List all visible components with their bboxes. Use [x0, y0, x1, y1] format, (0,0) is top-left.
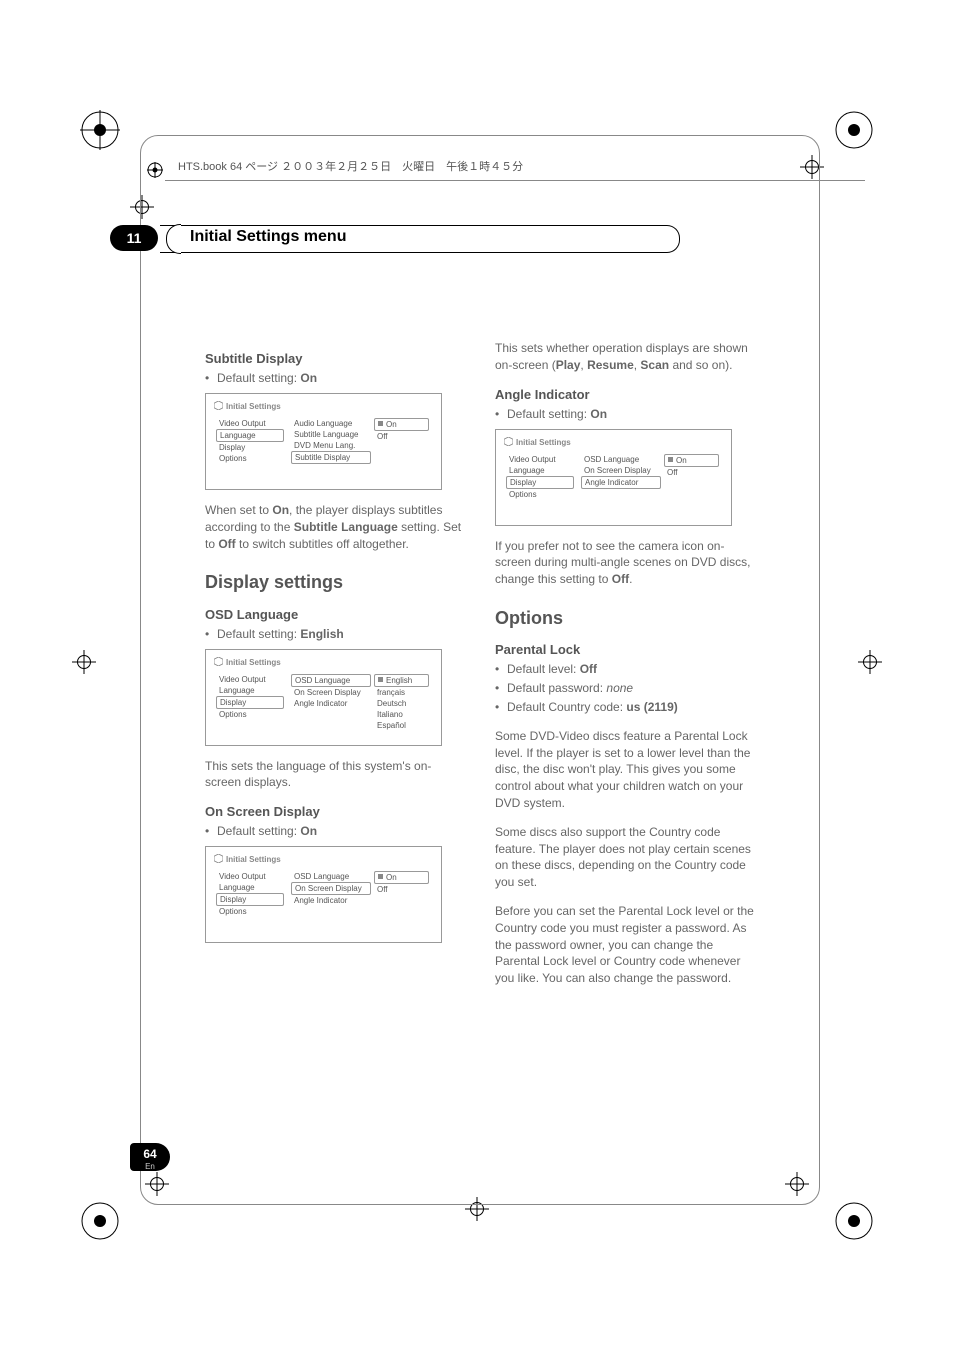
osd-language-heading: OSD Language [205, 606, 465, 624]
parental-p1: Some DVD-Video discs feature a Parental … [495, 728, 755, 812]
crosshair-icon [858, 650, 882, 674]
on-screen-display-diagram: Initial SettingsVideo OutputLanguageDisp… [205, 846, 442, 943]
on-screen-display-heading: On Screen Display [205, 803, 465, 821]
page-number: 64 En [130, 1143, 170, 1171]
angle-indicator-heading: Angle Indicator [495, 386, 755, 404]
osd-language-body: This sets the language of this system's … [205, 758, 465, 792]
angle-default: Default setting: On [495, 406, 755, 423]
parental-line-2: Default Country code: us (2119) [495, 699, 755, 716]
registration-mark-icon [834, 1201, 874, 1241]
osd-default: Default setting: English [205, 626, 465, 643]
registration-mark-icon [80, 110, 120, 150]
subtitle-display-diagram: Initial SettingsVideo OutputLanguageDisp… [205, 393, 442, 490]
header-bullet-icon [147, 162, 163, 178]
osd-body-continued: This sets whether operation displays are… [495, 340, 755, 374]
angle-indicator-body: If you prefer not to see the camera icon… [495, 538, 755, 588]
registration-mark-icon [834, 110, 874, 150]
subtitle-display-body: When set to On, the player displays subt… [205, 502, 465, 552]
chapter-title: Initial Settings menu [190, 228, 346, 246]
osd2-default: Default setting: On [205, 823, 465, 840]
left-column: Subtitle Display Default setting: On Ini… [205, 340, 465, 953]
content-area: Subtitle Display Default setting: On Ini… [205, 340, 755, 999]
chapter-number: 11 [110, 225, 158, 251]
display-settings-heading: Display settings [205, 570, 465, 595]
header-book-line: HTS.book 64 ページ ２００３年２月２５日 火曜日 午後１時４５分 [178, 158, 523, 174]
right-column: This sets whether operation displays are… [495, 340, 755, 999]
parental-line-0: Default level: Off [495, 661, 755, 678]
angle-indicator-diagram: Initial SettingsVideo OutputLanguageDisp… [495, 429, 732, 526]
parental-p3: Before you can set the Parental Lock lev… [495, 903, 755, 987]
subtitle-default: Default setting: On [205, 370, 465, 387]
subtitle-display-heading: Subtitle Display [205, 350, 465, 368]
osd-language-diagram: Initial SettingsVideo OutputLanguageDisp… [205, 649, 442, 746]
registration-mark-icon [80, 1201, 120, 1241]
parental-lock-heading: Parental Lock [495, 641, 755, 659]
parental-p2: Some discs also support the Country code… [495, 824, 755, 891]
parental-line-1: Default password: none [495, 680, 755, 697]
crosshair-icon [72, 650, 96, 674]
options-heading: Options [495, 606, 755, 631]
